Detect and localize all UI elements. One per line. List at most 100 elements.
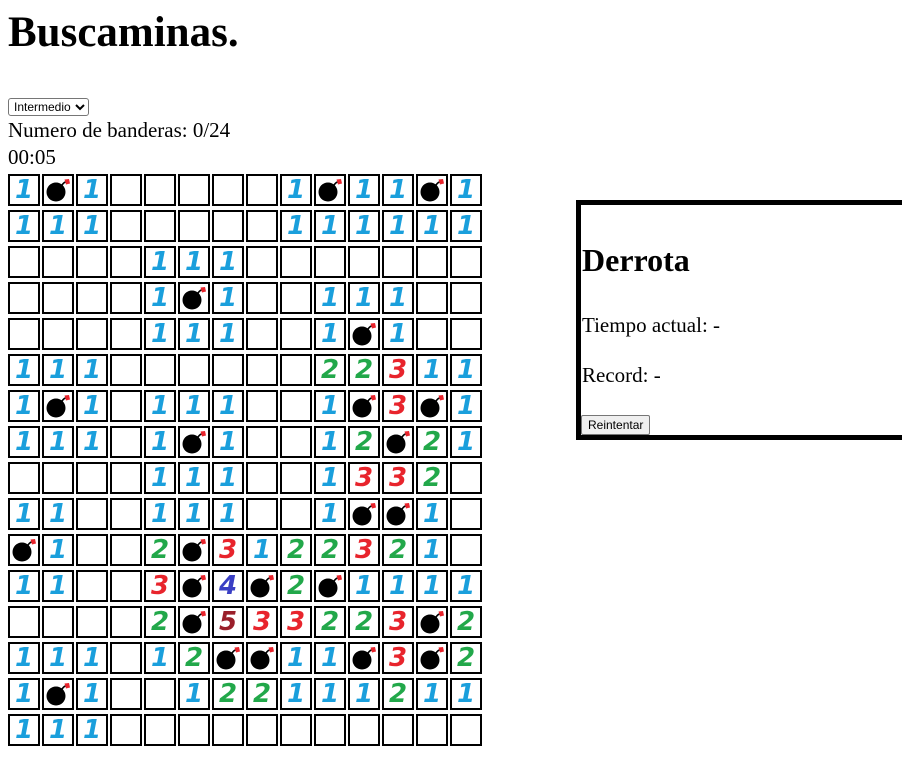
board-cell[interactable] (280, 282, 312, 314)
board-cell[interactable]: 1 (314, 426, 346, 458)
board-cell[interactable]: 1 (144, 426, 176, 458)
board-cell[interactable] (246, 570, 278, 602)
retry-button[interactable]: Reintentar (581, 415, 651, 435)
board-cell[interactable]: 1 (76, 354, 108, 386)
board-cell[interactable] (42, 174, 74, 206)
board-cell[interactable] (178, 714, 210, 746)
board-cell[interactable] (42, 282, 74, 314)
board-cell[interactable]: 1 (144, 246, 176, 278)
board-cell[interactable] (246, 282, 278, 314)
board-cell[interactable]: 3 (246, 606, 278, 638)
board-cell[interactable]: 1 (212, 498, 244, 530)
board-cell[interactable]: 1 (450, 570, 482, 602)
board-cell[interactable]: 1 (8, 642, 40, 674)
board-cell[interactable]: 3 (144, 570, 176, 602)
board-cell[interactable] (212, 714, 244, 746)
board-cell[interactable]: 1 (280, 678, 312, 710)
board-cell[interactable]: 1 (8, 210, 40, 242)
board-cell[interactable] (314, 246, 346, 278)
board-cell[interactable] (382, 246, 414, 278)
board-cell[interactable] (42, 606, 74, 638)
board-cell[interactable] (450, 498, 482, 530)
board-cell[interactable] (416, 282, 448, 314)
difficulty-select[interactable]: Intermedio (8, 98, 89, 116)
board-cell[interactable]: 1 (212, 426, 244, 458)
board-cell[interactable] (450, 246, 482, 278)
board-cell[interactable] (314, 570, 346, 602)
board-cell[interactable] (144, 210, 176, 242)
board-cell[interactable]: 1 (416, 210, 448, 242)
board-cell[interactable]: 1 (450, 354, 482, 386)
board-cell[interactable]: 1 (416, 534, 448, 566)
board-cell[interactable] (76, 282, 108, 314)
board-cell[interactable] (280, 498, 312, 530)
board-cell[interactable]: 2 (280, 534, 312, 566)
board-cell[interactable]: 1 (144, 282, 176, 314)
board-cell[interactable]: 1 (76, 390, 108, 422)
board-cell[interactable] (76, 246, 108, 278)
board-cell[interactable] (110, 498, 142, 530)
board-cell[interactable] (246, 462, 278, 494)
board-cell[interactable] (212, 642, 244, 674)
board-cell[interactable]: 5 (212, 606, 244, 638)
board-cell[interactable]: 3 (212, 534, 244, 566)
board-cell[interactable] (110, 246, 142, 278)
board-cell[interactable] (144, 354, 176, 386)
board-cell[interactable]: 1 (280, 174, 312, 206)
board-cell[interactable] (382, 426, 414, 458)
board-cell[interactable]: 1 (178, 246, 210, 278)
board-cell[interactable] (416, 714, 448, 746)
board-cell[interactable] (76, 570, 108, 602)
board-cell[interactable]: 1 (76, 426, 108, 458)
board-cell[interactable] (110, 354, 142, 386)
board-cell[interactable]: 1 (416, 678, 448, 710)
board-cell[interactable]: 2 (144, 534, 176, 566)
board-cell[interactable]: 1 (382, 210, 414, 242)
board-cell[interactable] (314, 174, 346, 206)
board-cell[interactable]: 1 (450, 210, 482, 242)
board-cell[interactable]: 1 (246, 534, 278, 566)
board-cell[interactable]: 2 (348, 606, 380, 638)
board-cell[interactable] (280, 246, 312, 278)
board-cell[interactable]: 1 (212, 390, 244, 422)
board-cell[interactable] (42, 246, 74, 278)
board-cell[interactable]: 2 (348, 354, 380, 386)
board-cell[interactable]: 1 (42, 354, 74, 386)
board-cell[interactable]: 2 (382, 678, 414, 710)
board-cell[interactable] (8, 606, 40, 638)
board-cell[interactable]: 2 (450, 642, 482, 674)
board-cell[interactable] (450, 318, 482, 350)
board-cell[interactable] (110, 570, 142, 602)
board-cell[interactable] (76, 534, 108, 566)
board-cell[interactable] (416, 174, 448, 206)
board-cell[interactable] (348, 714, 380, 746)
board-cell[interactable] (76, 606, 108, 638)
board-cell[interactable] (110, 534, 142, 566)
board-cell[interactable]: 1 (314, 210, 346, 242)
board-cell[interactable]: 1 (416, 354, 448, 386)
board-cell[interactable]: 1 (178, 390, 210, 422)
board-cell[interactable]: 4 (212, 570, 244, 602)
board-cell[interactable] (110, 426, 142, 458)
board-cell[interactable] (42, 678, 74, 710)
board-cell[interactable] (8, 282, 40, 314)
board-cell[interactable]: 1 (144, 390, 176, 422)
board-cell[interactable]: 1 (178, 498, 210, 530)
board-cell[interactable]: 1 (8, 174, 40, 206)
board-cell[interactable] (178, 426, 210, 458)
board-cell[interactable] (280, 390, 312, 422)
board-cell[interactable] (76, 462, 108, 494)
board-cell[interactable]: 1 (8, 498, 40, 530)
board-cell[interactable]: 1 (314, 282, 346, 314)
board-cell[interactable] (280, 318, 312, 350)
board-cell[interactable]: 1 (8, 714, 40, 746)
board-cell[interactable] (416, 642, 448, 674)
board-cell[interactable]: 1 (348, 174, 380, 206)
board-cell[interactable] (450, 282, 482, 314)
board-cell[interactable] (8, 318, 40, 350)
board-cell[interactable]: 1 (8, 390, 40, 422)
board-cell[interactable] (110, 606, 142, 638)
board-cell[interactable]: 2 (382, 534, 414, 566)
board-cell[interactable]: 1 (348, 678, 380, 710)
board-cell[interactable] (280, 426, 312, 458)
